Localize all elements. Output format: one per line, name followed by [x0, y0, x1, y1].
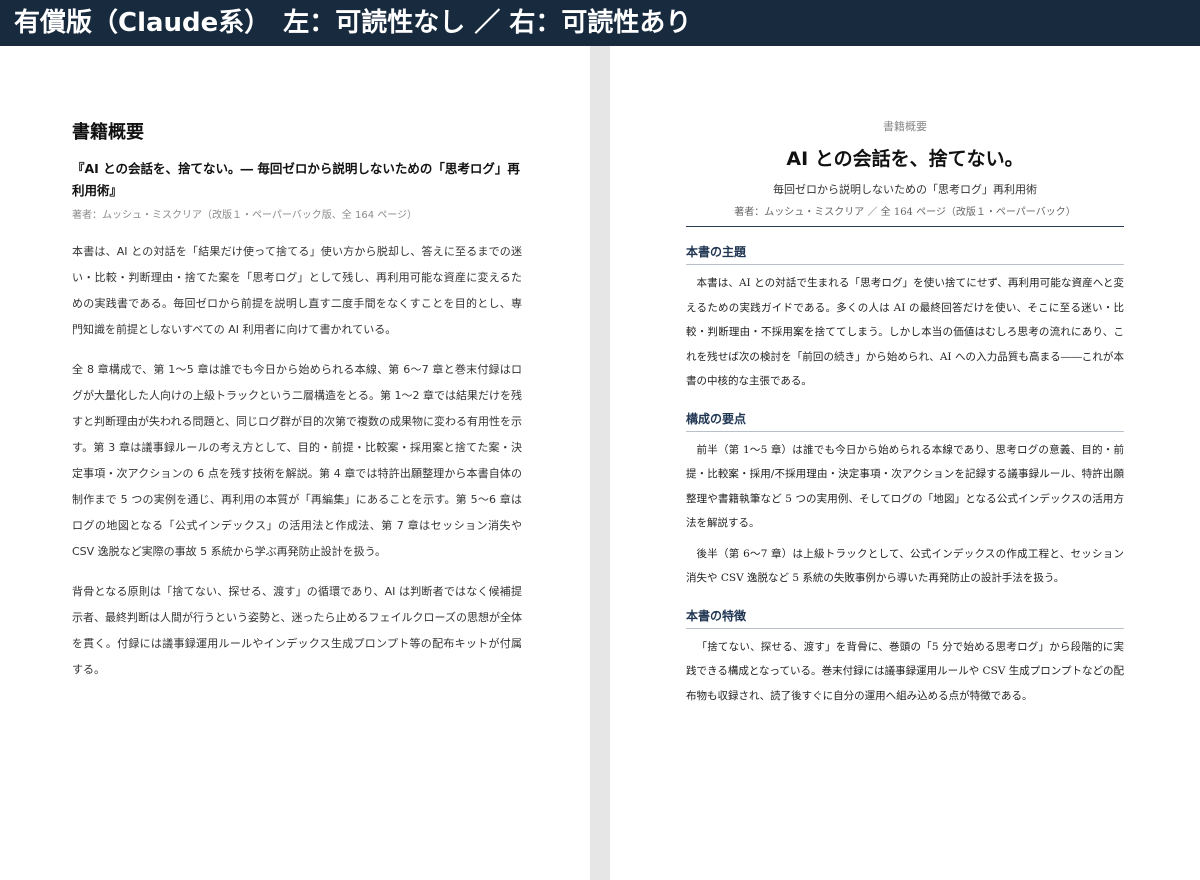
right-panel: 書籍概要 AI との会話を、捨てない。 毎回ゼロから説明しないための「思考ログ」… [686, 118, 1124, 724]
section-title: 構成の要点 [686, 410, 1124, 432]
section-paragraph: 後半（第 6〜7 章）は上級トラックとして、公式インデックスの作成工程と、セッシ… [686, 547, 1124, 585]
section-structure: 構成の要点 前半（第 1〜5 章）は誰でも今日から始められる本線であり、思考ログ… [686, 410, 1124, 591]
header-rule [686, 226, 1124, 227]
left-book-title: 『AI との会話を、捨てない。― 毎回ゼロから説明しないための「思考ログ」再利用… [72, 161, 520, 198]
right-author-line: 著者：ムッシュ・ミスクリア ／ 全 164 ページ（改版１・ペーパーバック） [734, 207, 1076, 218]
left-paragraph: 背骨となる原則は「捨てない、探せる、渡す」の循環であり、AI は判断者ではなく候… [72, 585, 523, 676]
page-banner: 有償版（Claude系） 左：可読性なし ／ 右：可読性あり [0, 0, 1200, 46]
section-paragraph: 前半（第 1〜5 章）は誰でも今日から始められる本線であり、思考ログの意義、目的… [686, 443, 1124, 530]
section-paragraph: 「捨てない、探せる、渡す」を背骨に、巻頭の「5 分で始める思考ログ」から段階的に… [686, 640, 1124, 702]
left-author-line: 著者：ムッシュ・ミスクリア（改版１・ペーパーバック版、全 164 ページ） [72, 210, 418, 221]
left-paragraph: 本書は、AI との対話を「結果だけ使って捨てる」使い方から脱却し、答えに至るまで… [72, 245, 522, 336]
right-header: 書籍概要 AI との会話を、捨てない。 毎回ゼロから説明しないための「思考ログ」… [686, 118, 1124, 218]
left-panel: 書籍概要 『AI との会話を、捨てない。― 毎回ゼロから説明しないための「思考ロ… [72, 118, 522, 697]
right-label: 書籍概要 [883, 120, 927, 133]
right-book-title: AI との会話を、捨てない。 [786, 148, 1024, 170]
section-features: 本書の特徴 「捨てない、探せる、渡す」を背骨に、巻頭の「5 分で始める思考ログ」… [686, 607, 1124, 709]
section-theme: 本書の主題 本書は、AI との対話で生まれる「思考ログ」を使い捨てにせず、再利用… [686, 243, 1124, 394]
left-heading: 書籍概要 [72, 122, 144, 143]
left-paragraph: 全 8 章構成で、第 1〜5 章は誰でも今日から始められる本線、第 6〜7 章と… [72, 363, 523, 558]
section-title: 本書の主題 [686, 243, 1124, 265]
panel-divider [590, 46, 610, 880]
section-title: 本書の特徴 [686, 607, 1124, 629]
right-subtitle: 毎回ゼロから説明しないための「思考ログ」再利用術 [773, 183, 1037, 196]
section-paragraph: 本書は、AI との対話で生まれる「思考ログ」を使い捨てにせず、再利用可能な資産へ… [686, 277, 1124, 387]
